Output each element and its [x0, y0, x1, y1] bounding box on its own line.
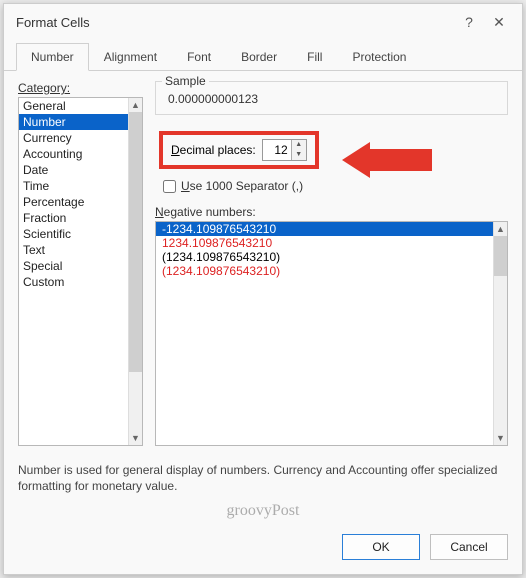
negative-scrollbar[interactable]: ▲ ▼ [493, 222, 507, 445]
format-description: Number is used for general display of nu… [4, 454, 522, 500]
tab-font[interactable]: Font [172, 43, 226, 71]
thousands-separator-checkbox[interactable] [163, 180, 176, 193]
decimal-highlight: Decimal places: ▲ ▼ [159, 131, 319, 169]
sample-value: 0.000000000123 [164, 86, 499, 108]
negative-option-2[interactable]: 1234.109876543210 [156, 236, 493, 250]
settings-column: Sample 0.000000000123 Decimal places: ▲ … [155, 81, 508, 446]
spinner-down-icon[interactable]: ▼ [292, 150, 306, 160]
cancel-button[interactable]: Cancel [430, 534, 508, 560]
category-item-time[interactable]: Time [19, 178, 128, 194]
dialog-title: Format Cells [16, 15, 454, 30]
decimal-places-row: Decimal places: ▲ ▼ [155, 125, 508, 175]
neg-scroll-up-icon[interactable]: ▲ [494, 222, 507, 236]
negative-numbers-label: Negative numbers: [155, 205, 508, 219]
category-item-scientific[interactable]: Scientific [19, 226, 128, 242]
neg-scroll-down-icon[interactable]: ▼ [494, 431, 507, 445]
category-item-fraction[interactable]: Fraction [19, 210, 128, 226]
format-cells-dialog: Format Cells ? ✕ Number Alignment Font B… [3, 3, 523, 575]
titlebar: Format Cells ? ✕ [4, 4, 522, 36]
thousands-separator-row[interactable]: Use 1000 Separator (,) [155, 177, 508, 201]
category-item-percentage[interactable]: Percentage [19, 194, 128, 210]
decimal-places-input[interactable] [263, 140, 291, 160]
category-item-date[interactable]: Date [19, 162, 128, 178]
category-column: Category: General Number Currency Accoun… [18, 81, 143, 446]
scroll-thumb[interactable] [129, 112, 142, 372]
decimal-places-spinner[interactable]: ▲ ▼ [262, 139, 307, 161]
tab-border[interactable]: Border [226, 43, 292, 71]
tab-strip: Number Alignment Font Border Fill Protec… [4, 36, 522, 71]
category-scrollbar[interactable]: ▲ ▼ [128, 98, 142, 445]
tab-alignment[interactable]: Alignment [89, 43, 172, 71]
spinner-up-icon[interactable]: ▲ [292, 140, 306, 150]
dialog-body: Category: General Number Currency Accoun… [4, 71, 522, 454]
negative-option-1[interactable]: -1234.109876543210 [156, 222, 493, 236]
category-item-number[interactable]: Number [19, 114, 128, 130]
category-label: Category: [18, 81, 143, 95]
category-item-general[interactable]: General [19, 98, 128, 114]
category-item-currency[interactable]: Currency [19, 130, 128, 146]
category-item-special[interactable]: Special [19, 258, 128, 274]
negative-option-4[interactable]: (1234.109876543210) [156, 264, 493, 278]
tab-number[interactable]: Number [16, 43, 89, 71]
negative-numbers-listbox[interactable]: -1234.109876543210 1234.109876543210 (12… [155, 221, 508, 446]
dialog-footer: OK Cancel [4, 526, 522, 574]
help-button[interactable]: ? [454, 14, 484, 30]
scroll-down-icon[interactable]: ▼ [129, 431, 142, 445]
category-item-custom[interactable]: Custom [19, 274, 128, 290]
thousands-separator-label: Use 1000 Separator (,) [181, 179, 303, 193]
neg-scroll-thumb[interactable] [494, 236, 507, 276]
watermark-text: groovyPost [4, 500, 522, 526]
scroll-up-icon[interactable]: ▲ [129, 98, 142, 112]
close-button[interactable]: ✕ [484, 14, 514, 31]
category-listbox[interactable]: General Number Currency Accounting Date … [18, 97, 143, 446]
category-item-text[interactable]: Text [19, 242, 128, 258]
tab-protection[interactable]: Protection [337, 43, 421, 71]
ok-button[interactable]: OK [342, 534, 420, 560]
category-item-accounting[interactable]: Accounting [19, 146, 128, 162]
sample-label: Sample [162, 74, 209, 88]
negative-option-3[interactable]: (1234.109876543210) [156, 250, 493, 264]
decimal-places-label: Decimal places: [171, 143, 256, 157]
tab-fill[interactable]: Fill [292, 43, 337, 71]
sample-group: Sample 0.000000000123 [155, 81, 508, 115]
